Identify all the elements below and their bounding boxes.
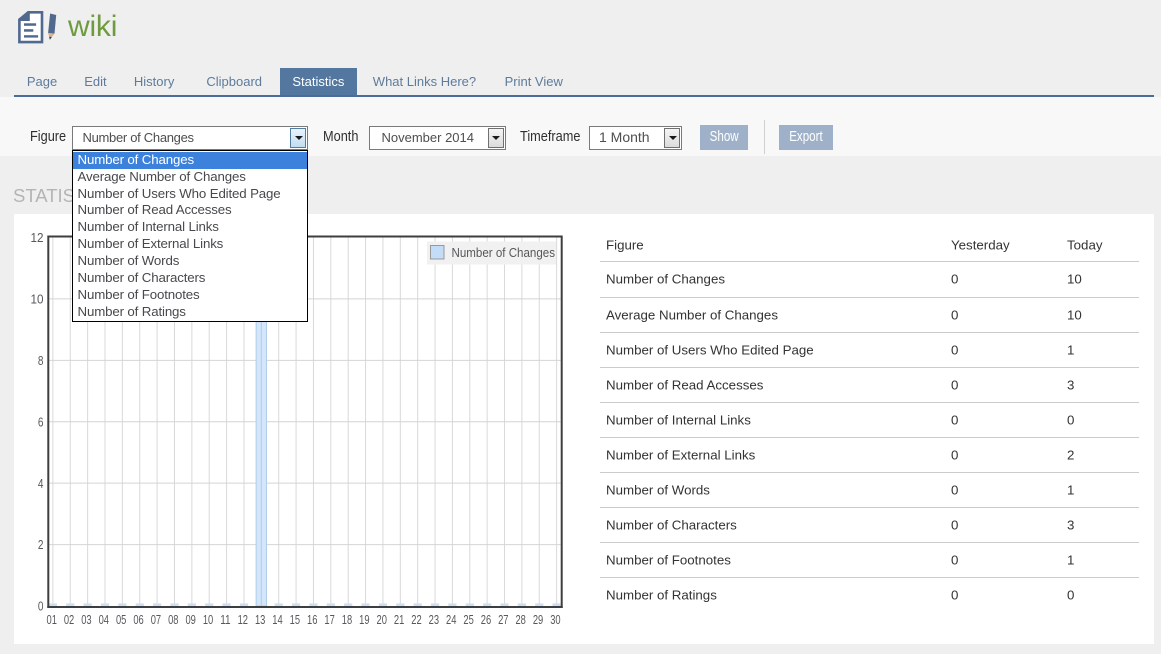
svg-text:11: 11 bbox=[220, 612, 230, 627]
svg-text:27: 27 bbox=[498, 612, 508, 627]
svg-text:28: 28 bbox=[515, 612, 525, 627]
svg-text:09: 09 bbox=[185, 612, 195, 627]
svg-text:21: 21 bbox=[394, 612, 404, 627]
svg-text:01: 01 bbox=[47, 612, 57, 627]
svg-text:8: 8 bbox=[38, 352, 44, 367]
svg-text:26: 26 bbox=[481, 612, 491, 627]
svg-text:10: 10 bbox=[203, 612, 213, 627]
svg-text:18: 18 bbox=[342, 612, 352, 627]
svg-text:06: 06 bbox=[133, 612, 143, 627]
svg-text:15: 15 bbox=[290, 612, 300, 627]
svg-text:20: 20 bbox=[377, 612, 387, 627]
svg-text:22: 22 bbox=[411, 612, 421, 627]
svg-text:12: 12 bbox=[31, 230, 44, 245]
svg-text:07: 07 bbox=[151, 612, 161, 627]
svg-text:24: 24 bbox=[446, 612, 456, 627]
svg-text:12: 12 bbox=[238, 612, 248, 627]
svg-text:17: 17 bbox=[324, 612, 334, 627]
svg-text:6: 6 bbox=[38, 414, 44, 429]
svg-text:08: 08 bbox=[168, 612, 178, 627]
svg-text:Number of Changes: Number of Changes bbox=[452, 244, 556, 259]
svg-text:4: 4 bbox=[38, 475, 44, 490]
svg-text:04: 04 bbox=[99, 612, 109, 627]
svg-text:13: 13 bbox=[255, 612, 265, 627]
svg-text:03: 03 bbox=[81, 612, 91, 627]
svg-text:25: 25 bbox=[463, 612, 473, 627]
svg-text:10: 10 bbox=[31, 291, 44, 306]
svg-text:30: 30 bbox=[550, 612, 560, 627]
svg-text:19: 19 bbox=[359, 612, 369, 627]
svg-text:29: 29 bbox=[533, 612, 543, 627]
svg-text:0: 0 bbox=[38, 598, 44, 613]
svg-text:05: 05 bbox=[116, 612, 126, 627]
svg-text:14: 14 bbox=[272, 612, 282, 627]
svg-text:2: 2 bbox=[38, 537, 44, 552]
svg-text:16: 16 bbox=[307, 612, 317, 627]
svg-text:23: 23 bbox=[429, 612, 439, 627]
svg-text:02: 02 bbox=[64, 612, 74, 627]
